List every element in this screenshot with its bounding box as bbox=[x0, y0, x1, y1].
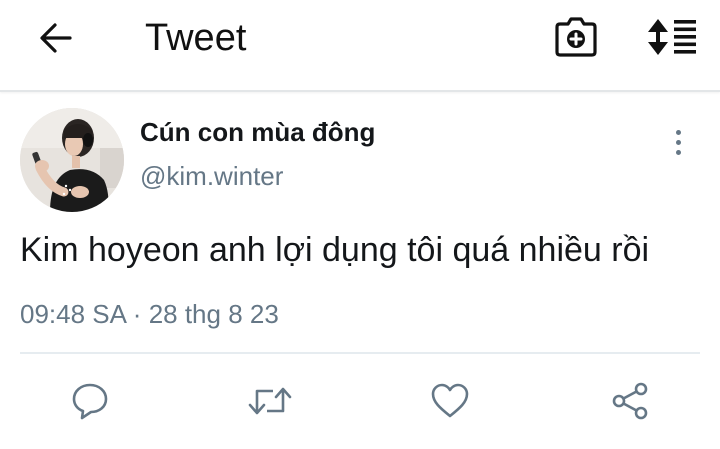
tweet-time: 09:48 SA bbox=[20, 299, 126, 329]
heart-icon bbox=[431, 383, 469, 418]
like-button[interactable] bbox=[426, 377, 474, 425]
tweet-text: Kim hoyeon anh lợi dụng tôi quá nhiều rồ… bbox=[20, 231, 650, 269]
more-dots-icon bbox=[675, 129, 681, 135]
page-title: Tweet bbox=[145, 17, 247, 59]
retweet-button[interactable] bbox=[246, 377, 294, 425]
camera-add-icon bbox=[555, 17, 597, 57]
top-app-bar: Tweet bbox=[0, 0, 720, 92]
sort-list-icon bbox=[648, 19, 696, 55]
back-button[interactable] bbox=[34, 16, 78, 60]
divider bbox=[20, 352, 700, 354]
arrow-left-icon bbox=[40, 23, 72, 53]
retweet-icon bbox=[248, 387, 292, 415]
tweet-timestamp: 09:48 SA · 28 thg 8 23 bbox=[20, 297, 279, 331]
camera-button[interactable] bbox=[552, 14, 600, 60]
share-button[interactable] bbox=[606, 377, 654, 425]
sort-button[interactable] bbox=[644, 14, 700, 60]
avatar-photo bbox=[20, 108, 124, 212]
author-name[interactable]: Cún con mùa đông bbox=[140, 117, 375, 147]
author-handle[interactable]: @kim.winter bbox=[140, 161, 283, 191]
avatar[interactable] bbox=[20, 108, 124, 212]
reply-icon bbox=[72, 383, 108, 420]
share-icon bbox=[612, 382, 648, 420]
tweet-date: 28 thg 8 23 bbox=[148, 299, 279, 329]
reply-button[interactable] bbox=[66, 377, 114, 425]
more-options-button[interactable] bbox=[664, 124, 692, 160]
meta-separator: · bbox=[132, 299, 142, 329]
